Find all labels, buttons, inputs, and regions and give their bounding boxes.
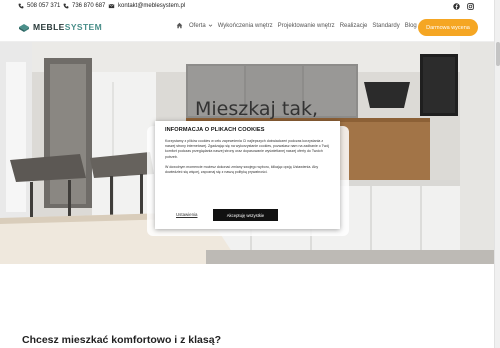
facebook-icon[interactable]	[453, 3, 460, 10]
phone-2-text: 736 870 687	[72, 3, 106, 9]
cookie-dialog-text-2: W dowolnym momencie możesz dokonać zmian…	[165, 164, 319, 175]
phone-icon	[18, 3, 24, 9]
logo-text: MEBLESYSTEM	[33, 22, 102, 32]
nav-item-label: Realizacje	[339, 22, 368, 29]
nav-item-blog[interactable]: Blog	[405, 23, 417, 29]
home-icon[interactable]	[176, 22, 183, 29]
cookie-dialog-title: INFORMACJA O PLIKACH COOKIES	[165, 127, 265, 133]
envelope-icon	[108, 4, 115, 9]
nav-item-wykonczenia[interactable]: Wykończenia wnętrz	[218, 23, 273, 29]
nav-item-standardy[interactable]: Standardy	[372, 23, 399, 29]
cookie-dialog-actions: Ustawienia Akceptuję wszystkie	[165, 209, 330, 221]
phone-1-contact[interactable]: 508 057 371	[18, 3, 60, 9]
phone-1-text: 508 057 371	[27, 3, 61, 9]
accept-all-cookies-button[interactable]: Akceptuję wszystkie	[213, 209, 278, 221]
nav-item-projektowanie[interactable]: Projektowanie wnętrz	[278, 23, 335, 29]
nav-menu: Oferta Wykończenia wnętrz Projektowanie …	[176, 22, 422, 29]
cookie-dialog-text-1: Korzystamy z plików cookies w celu zapew…	[165, 139, 329, 159]
logo-text-main: MEBLE	[33, 22, 65, 32]
nav-item-label: Oferta	[189, 22, 206, 29]
cookie-consent-dialog: INFORMACJA O PLIKACH COOKIES Korzystamy …	[155, 121, 340, 229]
hero-title: Mieszkaj tak,	[195, 98, 318, 120]
scrollbar-thumb[interactable]	[496, 42, 500, 66]
page-scrollbar[interactable]	[494, 0, 500, 348]
logo-mark-icon	[19, 24, 29, 32]
free-quote-button[interactable]: Darmowa wycena	[418, 19, 478, 36]
instagram-icon[interactable]	[467, 3, 474, 10]
nav-item-label: Blog	[404, 22, 417, 29]
cookie-settings-link[interactable]: Ustawienia	[176, 212, 197, 217]
site-logo[interactable]: MEBLESYSTEM	[18, 21, 102, 33]
phone-2-contact[interactable]: 736 870 687	[63, 3, 105, 9]
chevron-down-icon	[208, 24, 212, 27]
nav-item-label: Projektowanie wnętrz	[277, 22, 335, 29]
nav-item-oferta[interactable]: Oferta	[189, 23, 213, 29]
logo-text-accent: SYSTEM	[64, 22, 103, 32]
section-title: Chcesz mieszkać komfortowo i z klasą?	[22, 334, 221, 346]
nav-item-realizacje[interactable]: Realizacje	[340, 23, 368, 29]
email-text: kontakt@meblesystem.pl	[118, 3, 186, 9]
nav-item-label: Wykończenia wnętrz	[217, 22, 273, 29]
phone-icon	[63, 3, 69, 9]
nav-item-label: Standardy	[372, 22, 400, 29]
top-contact-bar: 508 057 371 736 870 687 kontakt@meblesys…	[0, 0, 500, 13]
email-contact[interactable]: kontakt@meblesystem.pl	[108, 3, 185, 9]
